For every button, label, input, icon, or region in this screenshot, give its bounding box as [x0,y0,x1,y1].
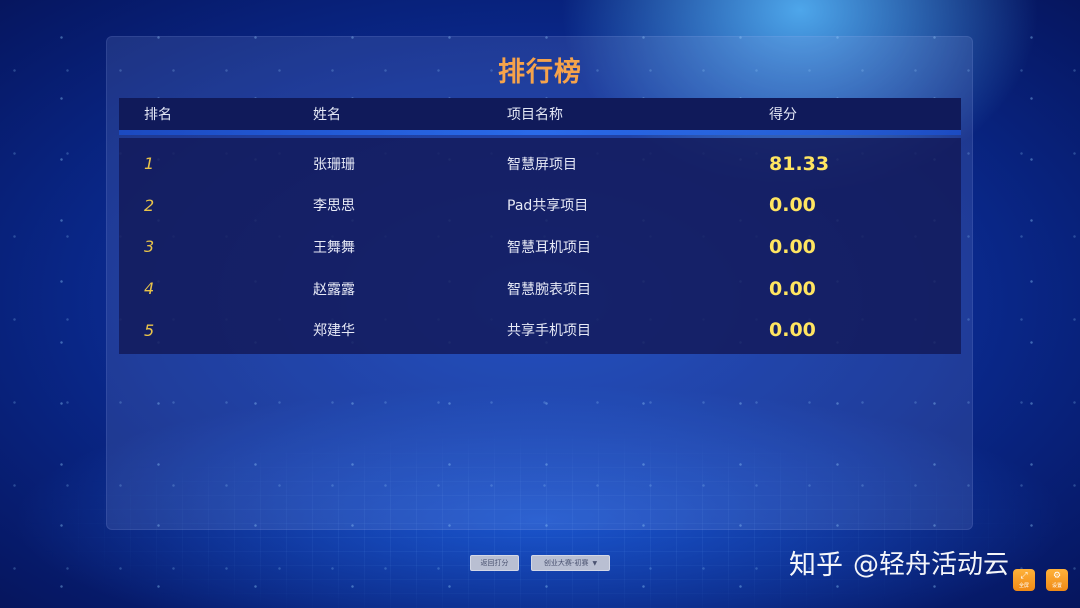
name-cell: 王舞舞 [313,239,355,256]
expand-icon: ⤢ [1020,571,1028,581]
score-cell: 81.33 [769,152,830,175]
watermark-site: 知乎 [789,550,843,581]
leaderboard-screen: 排行榜 排名 姓名 项目名称 得分 1 张珊珊 智慧屏项目 81.33 2 李思… [0,0,1080,608]
project-cell: 智慧腕表项目 [507,281,591,298]
score-cell: 0.00 [769,235,816,258]
chevron-down-icon: ▼ [592,559,598,567]
watermark: 知乎 @轻舟活动云 [789,543,1009,582]
table-row: 3 王舞舞 智慧耳机项目 0.00 [119,226,961,268]
name-cell: 张珊珊 [313,156,355,173]
settings-label: 设置 [1051,583,1062,589]
project-cell: Pad共享项目 [507,198,589,215]
project-cell: 智慧耳机项目 [507,239,591,256]
name-cell: 李思思 [313,198,355,215]
header-divider [119,130,961,135]
page-title: 排行榜 [498,57,582,88]
rank-cell: 2 [144,195,155,215]
fullscreen-label: 全屏 [1018,583,1029,589]
leaderboard-table: 排名 姓名 项目名称 得分 1 张珊珊 智慧屏项目 81.33 2 李思思 Pa… [119,98,961,354]
table-row: 1 张珊珊 智慧屏项目 81.33 [119,143,961,185]
rank-cell: 1 [144,154,155,174]
table-row: 5 郑建华 共享手机项目 0.00 [119,309,961,351]
back-to-scoring-label: 返回打分 [480,559,509,567]
name-cell: 赵露露 [313,281,355,298]
back-to-scoring-button[interactable]: 返回打分 [470,555,519,571]
score-cell: 0.00 [769,194,816,217]
header-name: 姓名 [313,107,341,123]
table-row: 2 李思思 Pad共享项目 0.00 [119,185,961,227]
round-select[interactable]: 创业大赛-初赛 ▼ [531,555,610,571]
score-cell: 0.00 [769,277,816,300]
table-header: 排名 姓名 项目名称 得分 [119,98,961,130]
header-project: 项目名称 [507,107,563,123]
rank-cell: 3 [144,237,155,257]
settings-button[interactable]: ⚙ 设置 [1046,569,1068,591]
rank-cell: 4 [144,279,155,299]
fullscreen-button[interactable]: ⤢ 全屏 [1013,569,1035,591]
header-rank: 排名 [144,107,172,123]
project-cell: 智慧屏项目 [507,156,577,173]
watermark-handle: @轻舟活动云 [853,550,1010,580]
table-body: 1 张珊珊 智慧屏项目 81.33 2 李思思 Pad共享项目 0.00 3 王… [119,138,961,354]
rank-cell: 5 [144,320,155,340]
table-row: 4 赵露露 智慧腕表项目 0.00 [119,268,961,310]
round-select-label: 创业大赛-初赛 [543,559,589,567]
header-score: 得分 [769,107,797,123]
name-cell: 郑建华 [313,323,355,340]
score-cell: 0.00 [769,319,816,342]
project-cell: 共享手机项目 [507,323,591,340]
gear-icon: ⚙ [1052,571,1062,581]
